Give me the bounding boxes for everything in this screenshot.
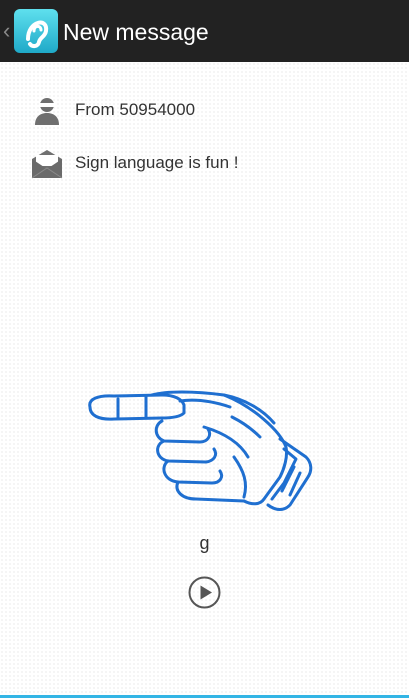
sign-letter: g [199, 533, 210, 553]
sender-label: From 50954000 [75, 100, 196, 119]
message-body-row: Sign language is fun ! [0, 142, 409, 182]
sender-row: From 50954000 [0, 89, 409, 129]
message-body: Sign language is fun ! [75, 153, 239, 172]
envelope-icon [31, 150, 63, 179]
play-icon[interactable] [188, 576, 221, 609]
page-title: New message [63, 19, 209, 45]
action-bar: ‹ New message [0, 0, 409, 62]
person-icon [35, 98, 59, 125]
hand-sign-g-image [88, 390, 313, 511]
ear-icon[interactable] [14, 9, 58, 53]
chevron-left-icon[interactable]: ‹ [3, 18, 13, 44]
message-content: From 50954000 Sign language is fun ! g [0, 62, 409, 698]
